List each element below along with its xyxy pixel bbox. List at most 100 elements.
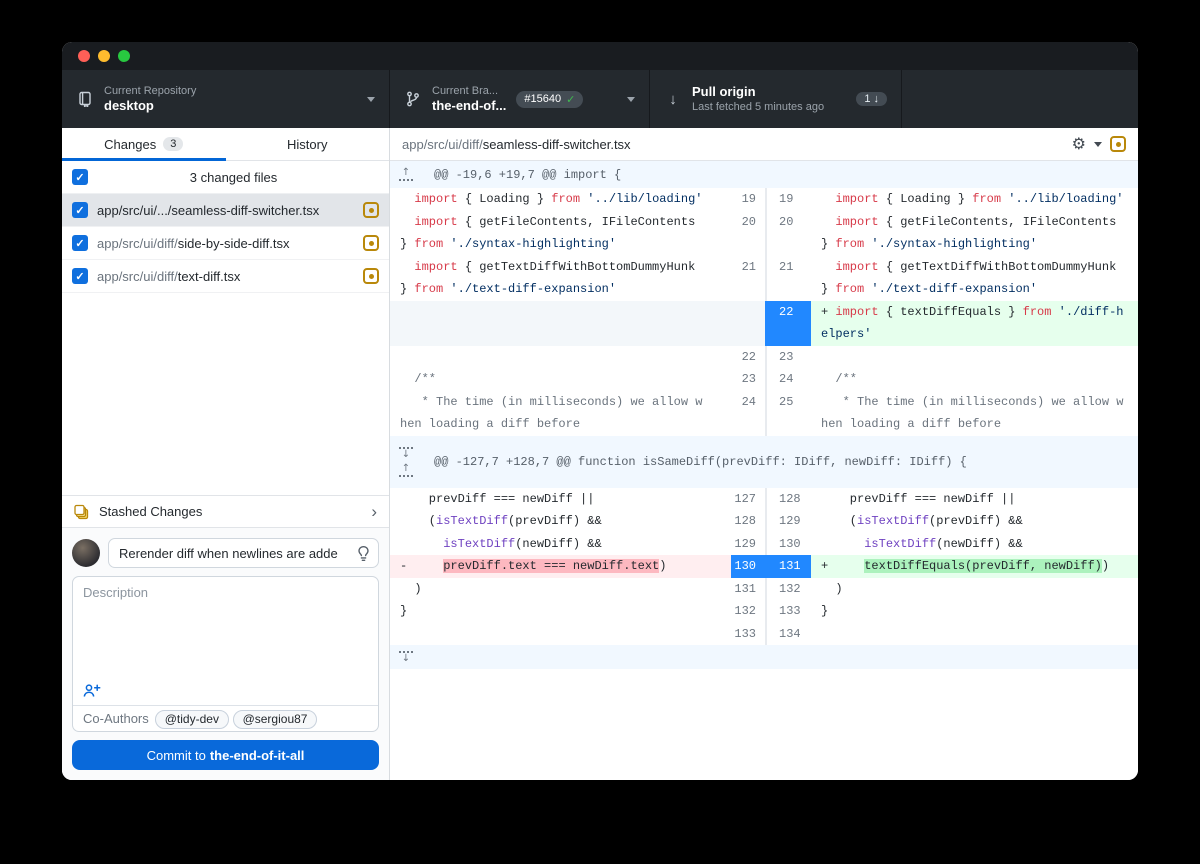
diff-row[interactable]: * The time (in milliseconds) we allow w 2… xyxy=(390,390,1138,414)
select-all-checkbox[interactable]: ✓ xyxy=(72,169,88,185)
line-number-gutter[interactable]: 19 xyxy=(765,188,811,211)
diff-row[interactable]: } from './text-diff-expansion'} from './… xyxy=(390,278,1138,301)
line-number-gutter[interactable]: 20 xyxy=(731,211,765,234)
line-number-gutter[interactable] xyxy=(765,278,811,301)
file-path: app/src/ui/diff/side-by-side-diff.tsx xyxy=(97,235,290,251)
diff-row[interactable]: - prevDiff.text === newDiff.text) 130 131 +… xyxy=(390,555,1138,578)
code-line: import { getFileContents, IFileContents xyxy=(414,214,696,229)
code-line: isTextDiff(newDiff) && xyxy=(443,536,602,551)
line-number-gutter[interactable]: 23 xyxy=(731,368,765,391)
repo-icon xyxy=(76,91,94,107)
line-number-gutter[interactable]: 133 xyxy=(765,600,811,623)
diff-row[interactable]: hen loading a diff before hen loading a d… xyxy=(390,413,1138,436)
line-number-gutter[interactable] xyxy=(765,233,811,256)
pull-count-badge: 1 ↓ xyxy=(856,92,887,106)
line-number-gutter[interactable]: 129 xyxy=(765,510,811,533)
line-number-gutter[interactable]: 19 xyxy=(731,188,765,211)
expand-up-icon[interactable]: ↑ xyxy=(399,168,413,181)
line-number-gutter[interactable]: 20 xyxy=(765,210,811,233)
diff-row[interactable]: import { Loading } from '../lib/loading'… xyxy=(390,188,1138,211)
line-number-gutter[interactable]: 132 xyxy=(731,600,765,623)
sidebar-tabs: Changes 3 History xyxy=(62,128,389,161)
pr-badge[interactable]: #15640 ✓ xyxy=(516,90,584,108)
line-number-gutter[interactable]: 131 xyxy=(765,555,811,578)
line-number-gutter[interactable]: 22 xyxy=(765,300,811,323)
co-authors-row[interactable]: Co-Authors @tidy-dev @sergiou87 xyxy=(73,705,378,731)
expand-down-icon[interactable]: ↓ xyxy=(399,446,413,460)
current-repository-dropdown[interactable]: Current Repository desktop xyxy=(62,70,390,128)
diff-row[interactable]: /** 23 24 /** xyxy=(390,368,1138,391)
diff-row[interactable]: import { getFileContents, IFileContents 2… xyxy=(390,210,1138,234)
diff-row[interactable]: } 132 133} xyxy=(390,600,1138,623)
line-number-gutter[interactable]: 130 xyxy=(765,532,811,555)
line-number-gutter[interactable] xyxy=(731,233,765,256)
line-number-gutter[interactable]: 24 xyxy=(731,391,765,414)
close-window-button[interactable] xyxy=(78,50,90,62)
zoom-window-button[interactable] xyxy=(118,50,130,62)
diff-row[interactable]: elpers' xyxy=(390,323,1138,346)
line-number-gutter[interactable]: 23 xyxy=(765,345,811,368)
minimize-window-button[interactable] xyxy=(98,50,110,62)
diff-row[interactable]: (isTextDiff(prevDiff) && 128 129 (isTextDi… xyxy=(390,510,1138,533)
line-number-gutter[interactable] xyxy=(765,413,811,436)
diff-row[interactable]: import { getTextDiffWithBottomDummyHunk 2… xyxy=(390,255,1138,279)
line-number-gutter[interactable]: 21 xyxy=(731,256,765,279)
commit-button-branch: the-end-of-it-all xyxy=(209,747,305,763)
commit-button[interactable]: Commit to the-end-of-it-all xyxy=(72,740,379,770)
hunk-header-text: @@ -19,6 +19,7 @@ import { xyxy=(434,167,622,182)
gear-icon[interactable]: ⚙ xyxy=(1072,136,1086,152)
line-number-gutter[interactable]: 127 xyxy=(731,488,765,511)
line-number-gutter[interactable] xyxy=(731,323,765,346)
file-row[interactable]: ✓ app/src/ui/diff/side-by-side-diff.tsx xyxy=(62,227,389,260)
file-row[interactable]: ✓ app/src/ui/.../seamless-diff-switcher.t… xyxy=(62,194,389,227)
diff-row[interactable]: prevDiff === newDiff || 127 128 prevDiff =… xyxy=(390,487,1138,511)
lightbulb-icon[interactable] xyxy=(356,546,371,561)
tab-changes[interactable]: Changes 3 xyxy=(62,128,226,161)
line-number-gutter[interactable] xyxy=(765,323,811,346)
diff-row[interactable]: 22 + import { textDiffEquals } from './di… xyxy=(390,300,1138,323)
line-number-gutter[interactable]: 22 xyxy=(731,346,765,369)
expand-up-icon[interactable]: ↑ xyxy=(399,463,413,477)
pull-origin-button[interactable]: ↓ Pull origin Last fetched 5 minutes ago… xyxy=(650,70,902,128)
file-row[interactable]: ✓ app/src/ui/diff/text-diff.tsx xyxy=(62,260,389,293)
co-authors-label: Co-Authors xyxy=(83,711,149,726)
line-number-gutter[interactable]: 21 xyxy=(765,255,811,278)
file-checkbox[interactable]: ✓ xyxy=(72,268,88,284)
code-line xyxy=(390,300,731,323)
line-number-gutter[interactable]: 128 xyxy=(765,487,811,510)
file-checkbox[interactable]: ✓ xyxy=(72,202,88,218)
diff-row[interactable]: ) 131 132 ) xyxy=(390,577,1138,601)
toolbar-empty-space xyxy=(902,70,1138,128)
file-checkbox[interactable]: ✓ xyxy=(72,235,88,251)
line-number-gutter[interactable] xyxy=(731,278,765,301)
code-line: import { Loading } from '../lib/loading' xyxy=(835,192,1124,206)
line-number-gutter[interactable]: 131 xyxy=(731,578,765,601)
line-number-gutter[interactable]: 129 xyxy=(731,533,765,556)
co-author-pill[interactable]: @sergiou87 xyxy=(232,710,318,729)
line-number-gutter[interactable]: 24 xyxy=(765,368,811,391)
diff-row[interactable]: } from './syntax-highlighting'} from './… xyxy=(390,233,1138,256)
line-number-gutter[interactable]: 132 xyxy=(765,577,811,600)
expand-down-icon[interactable]: ↓ xyxy=(399,650,413,664)
co-author-pill[interactable]: @tidy-dev xyxy=(154,710,229,729)
line-number-gutter[interactable]: 25 xyxy=(765,390,811,413)
diff-row[interactable]: 22 23 xyxy=(390,345,1138,369)
code-line: * The time (in milliseconds) we allow w xyxy=(400,394,703,409)
line-number-gutter[interactable]: 133 xyxy=(731,623,765,646)
add-co-author-button[interactable] xyxy=(83,683,368,699)
line-number-gutter[interactable]: 134 xyxy=(765,622,811,645)
commit-summary-input[interactable]: Rerender diff when newlines are adde xyxy=(108,538,379,568)
diff-row[interactable]: isTextDiff(newDiff) && 129 130 isTextDiff(… xyxy=(390,532,1138,556)
line-number-gutter[interactable]: 128 xyxy=(731,510,765,533)
commit-description-input[interactable]: Description xyxy=(73,577,378,679)
line-number-gutter[interactable] xyxy=(731,300,765,323)
diff-row[interactable]: 133 134 xyxy=(390,622,1138,646)
line-number-gutter[interactable] xyxy=(731,413,765,436)
line-number-gutter[interactable]: 130 xyxy=(731,555,765,578)
chevron-down-icon[interactable] xyxy=(1094,141,1102,147)
stashed-changes-row[interactable]: Stashed Changes › xyxy=(62,495,389,528)
code-line: ) xyxy=(821,581,843,596)
tab-history[interactable]: History xyxy=(226,128,390,160)
current-branch-dropdown[interactable]: Current Bra... the-end-of... #15640 ✓ xyxy=(390,70,650,128)
